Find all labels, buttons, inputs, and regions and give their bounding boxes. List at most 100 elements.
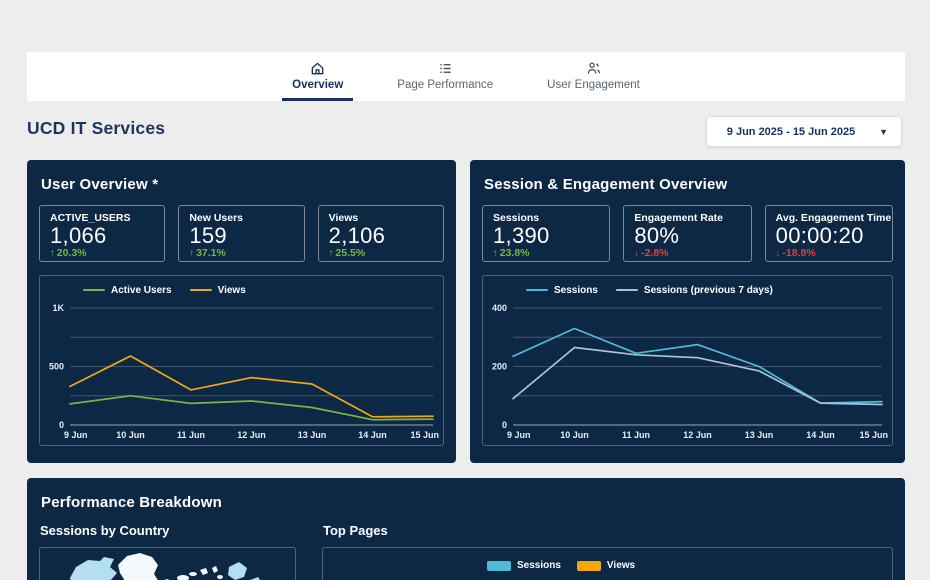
chevron-down-icon: ▼: [879, 127, 888, 137]
tab-user-engagement-label: User Engagement: [547, 79, 640, 91]
chart-legend: Active Users Views: [40, 276, 443, 300]
svg-text:9 Jun: 9 Jun: [507, 430, 531, 440]
kpi-delta-value: -2.8%: [641, 247, 668, 259]
legend-label: Views: [218, 285, 246, 296]
svg-text:14 Jun: 14 Jun: [358, 430, 387, 440]
trend-up-icon: ↑: [50, 248, 55, 259]
svg-text:10 Jun: 10 Jun: [116, 430, 145, 440]
svg-text:200: 200: [492, 362, 507, 372]
svg-text:15 Jun: 15 Jun: [410, 430, 439, 440]
top-navbar: Overview Page Performance User Engagemen…: [27, 52, 905, 101]
svg-text:15 Jun: 15 Jun: [859, 430, 888, 440]
views-swatch: [577, 561, 601, 571]
date-range-picker[interactable]: 9 Jun 2025 - 15 Jun 2025 ▼: [706, 116, 902, 147]
session-kpi-row: Sessions 1,390 ↑23.8% Engagement Rate 80…: [482, 205, 893, 262]
breakdown-grid: Sessions by Country Top Pages: [39, 523, 893, 580]
session-engagement-card: Session & Engagement Overview Sessions 1…: [470, 160, 905, 463]
kpi-value: 2,106: [329, 224, 433, 247]
kpi-views: Views 2,106 ↑25.5%: [318, 205, 444, 262]
list-icon: [438, 61, 453, 76]
top-pages-legend: Sessions Views: [487, 560, 892, 571]
tab-page-performance[interactable]: Page Performance: [387, 52, 503, 101]
user-overview-kpi-row: ACTIVE_USERS 1,066 ↑20.3% New Users 159 …: [39, 205, 444, 262]
kpi-delta: ↑37.1%: [189, 247, 293, 259]
kpi-delta: ↓-18.8%: [776, 247, 882, 259]
sessions-by-country-title: Sessions by Country: [40, 523, 296, 538]
kpi-delta-value: 37.1%: [196, 247, 226, 259]
kpi-delta-value: 20.3%: [57, 247, 87, 259]
legend-sessions: Sessions: [526, 285, 598, 296]
kpi-value: 1,390: [493, 224, 599, 247]
kpi-engagement-rate: Engagement Rate 80% ↓-2.8%: [623, 205, 751, 262]
kpi-delta: ↑20.3%: [50, 247, 154, 259]
sessions-by-country-column: Sessions by Country: [39, 523, 296, 580]
svg-text:13 Jun: 13 Jun: [745, 430, 774, 440]
sessions-swatch: [487, 561, 511, 571]
legend-label: Active Users: [111, 285, 172, 296]
kpi-sessions: Sessions 1,390 ↑23.8%: [482, 205, 610, 262]
trend-down-icon: ↓: [776, 248, 781, 259]
legend-views: Views: [190, 285, 246, 296]
legend-label: Sessions (previous 7 days): [644, 285, 773, 296]
svg-text:12 Jun: 12 Jun: [683, 430, 712, 440]
sessions-by-country-map-box: [39, 547, 296, 580]
svg-text:10 Jun: 10 Jun: [560, 430, 589, 440]
line-swatch: [526, 289, 548, 291]
kpi-delta: ↓-2.8%: [634, 247, 740, 259]
svg-text:9 Jun: 9 Jun: [64, 430, 88, 440]
top-pages-title: Top Pages: [323, 523, 893, 538]
performance-breakdown-card: Performance Breakdown Sessions by Countr…: [27, 478, 905, 580]
kpi-delta-value: 23.8%: [500, 247, 530, 259]
tab-page-performance-label: Page Performance: [397, 79, 493, 91]
line-swatch: [616, 289, 638, 291]
tab-overview-label: Overview: [292, 79, 343, 91]
svg-text:14 Jun: 14 Jun: [806, 430, 835, 440]
sessions-line-chart: 0 200 400 9 Jun 10 Jun 11 Jun 12 Jun 13 Jun 14 J…: [483, 300, 892, 443]
line-swatch: [83, 289, 105, 291]
top-pages-column: Top Pages Sessions Views: [322, 523, 893, 580]
tab-user-engagement[interactable]: User Engagement: [537, 52, 650, 101]
tab-overview[interactable]: Overview: [282, 52, 353, 101]
kpi-new-users: New Users 159 ↑37.1%: [178, 205, 304, 262]
session-overview-title: Session & Engagement Overview: [484, 176, 893, 193]
svg-text:12 Jun: 12 Jun: [237, 430, 266, 440]
trend-up-icon: ↑: [329, 248, 334, 259]
legend-active-users: Active Users: [83, 285, 172, 296]
svg-text:400: 400: [492, 303, 507, 313]
world-map: [40, 548, 295, 580]
legend-label: Sessions: [554, 285, 598, 296]
sessions-chart: Sessions Sessions (previous 7 days) 0 200…: [482, 275, 893, 446]
svg-text:13 Jun: 13 Jun: [298, 430, 327, 440]
trend-up-icon: ↑: [189, 248, 194, 259]
user-overview-chart: Active Users Views 05001K9 Jun10 Jun11 J…: [39, 275, 444, 446]
kpi-delta-value: -18.8%: [782, 247, 815, 259]
svg-text:500: 500: [49, 362, 64, 372]
top-pages-chart-box: Sessions Views: [322, 547, 893, 580]
user-overview-line-chart: 05001K9 Jun10 Jun11 Jun12 Jun13 Jun14 Ju…: [40, 300, 443, 443]
line-swatch: [190, 289, 212, 291]
date-range-value: 9 Jun 2025 - 15 Jun 2025: [727, 126, 855, 138]
kpi-delta: ↑23.8%: [493, 247, 599, 259]
performance-breakdown-title: Performance Breakdown: [41, 494, 893, 511]
kpi-value: 1,066: [50, 224, 154, 247]
trend-up-icon: ↑: [493, 248, 498, 259]
chart-legend: Sessions Sessions (previous 7 days): [483, 276, 892, 300]
kpi-avg-engagement-time: Avg. Engagement Time 00:00:20 ↓-18.8%: [765, 205, 893, 262]
kpi-delta-value: 25.5%: [335, 247, 365, 259]
kpi-value: 159: [189, 224, 293, 247]
legend-sessions: Sessions: [487, 560, 561, 571]
user-overview-title: User Overview *: [41, 176, 444, 193]
svg-text:1K: 1K: [52, 303, 64, 313]
kpi-value: 00:00:20: [776, 224, 882, 247]
home-icon: [310, 61, 325, 76]
trend-down-icon: ↓: [634, 248, 639, 259]
svg-text:11 Jun: 11 Jun: [622, 430, 650, 440]
user-overview-card: User Overview * ACTIVE_USERS 1,066 ↑20.3…: [27, 160, 456, 463]
legend-views: Views: [577, 560, 635, 571]
legend-label: Views: [607, 560, 635, 571]
legend-label: Sessions: [517, 560, 561, 571]
users-icon: [586, 61, 601, 76]
svg-text:0: 0: [502, 420, 507, 430]
kpi-value: 80%: [634, 224, 740, 247]
kpi-active-users: ACTIVE_USERS 1,066 ↑20.3%: [39, 205, 165, 262]
